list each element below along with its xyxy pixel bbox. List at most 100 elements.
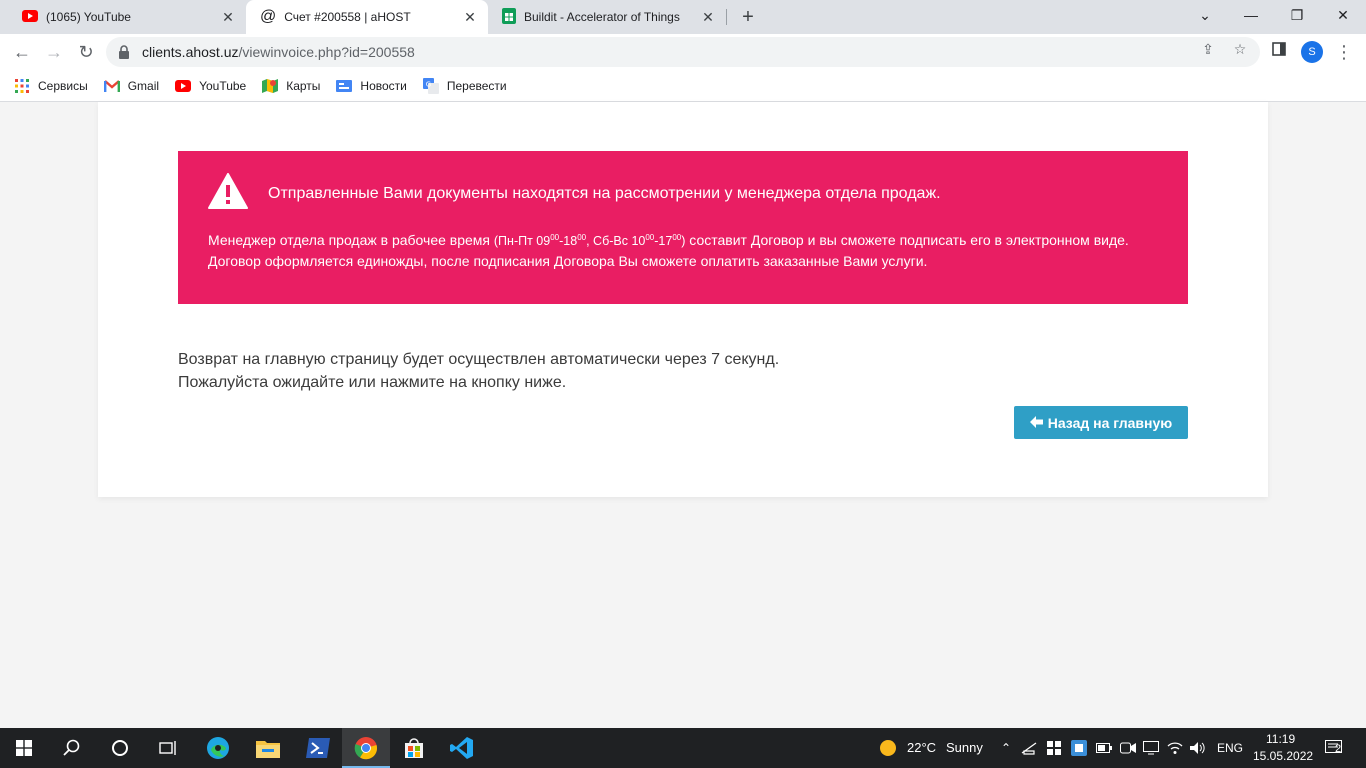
tab-title: Buildit - Accelerator of Things — [524, 10, 680, 24]
hours-part: -18 — [559, 234, 578, 248]
bookmark-news[interactable]: Новости — [336, 78, 407, 94]
svg-text:G: G — [426, 80, 431, 88]
url-host: clients.ahost.uz — [142, 44, 239, 60]
powershell-icon[interactable] — [294, 728, 342, 768]
close-icon[interactable]: ✕ — [462, 9, 478, 25]
news-icon — [336, 78, 353, 94]
hours-part: (Пн-Пт 09 — [493, 234, 551, 248]
youtube-icon — [175, 78, 192, 94]
redirect-line-1: Возврат на главную страницу будет осущес… — [178, 351, 780, 368]
cortana-icon[interactable] — [96, 728, 144, 768]
back-to-home-button[interactable]: Назад на главную — [1014, 406, 1188, 439]
antivirus-icon[interactable] — [1071, 740, 1087, 756]
bookmark-services[interactable]: Сервисы — [14, 78, 88, 94]
weather-text: Sunny — [946, 740, 983, 755]
back-arrow-icon[interactable]: ← — [8, 38, 36, 66]
profile-avatar[interactable]: S — [1301, 41, 1323, 63]
redirect-message: Возврат на главную страницу будет осущес… — [178, 348, 779, 394]
app-tray-icon[interactable] — [1046, 740, 1062, 756]
pending-documents-alert: Отправленные Вами документы находятся на… — [178, 151, 1188, 304]
alert-line-1b: составит Договор и вы сможете подписать … — [685, 232, 1129, 248]
address-bar[interactable]: clients.ahost.uz/viewinvoice.php?id=2005… — [106, 37, 1260, 67]
url-text: clients.ahost.uz/viewinvoice.php?id=2005… — [142, 44, 415, 60]
alert-line-2: Договор оформляется единожды, после подп… — [208, 253, 928, 269]
windows-taskbar: 22°C Sunny ⌃ ENG 11:19 15.05.2022 2 — [0, 728, 1366, 768]
translate-icon: G — [422, 77, 439, 94]
vscode-icon[interactable] — [438, 728, 486, 768]
sun-icon[interactable] — [878, 738, 898, 758]
maps-icon — [262, 78, 279, 94]
alert-body: Менеджер отдела продаж в рабочее время (… — [208, 228, 1158, 271]
bookmark-label: Сервисы — [38, 78, 88, 93]
windows-start-icon[interactable] — [0, 728, 48, 768]
tab-title: (1065) YouTube — [46, 10, 131, 24]
tab-divider — [726, 9, 727, 25]
working-hours: (Пн-Пт 0900-1800, Сб-Вс 1000-1700) — [493, 233, 686, 248]
task-view-icon[interactable] — [144, 728, 192, 768]
hours-sup: 00 — [672, 233, 682, 242]
warning-icon — [208, 173, 248, 214]
bookmark-label: Новости — [360, 78, 407, 93]
browser-toolbar: ← → ↻ clients.ahost.uz/viewinvoice.php?i… — [0, 34, 1366, 70]
at-icon: @ — [260, 8, 277, 25]
store-icon[interactable] — [390, 728, 438, 768]
meet-now-icon[interactable] — [1120, 740, 1136, 756]
hours-part: , Сб-Вс 10 — [586, 234, 646, 248]
share-icon[interactable]: ⇪ — [1200, 41, 1216, 57]
alert-line-1a: Менеджер отдела продаж в рабочее время — [208, 232, 494, 248]
close-icon[interactable]: ✕ — [700, 9, 716, 25]
new-tab-button[interactable]: + — [736, 5, 760, 29]
url-path: /viewinvoice.php?id=200558 — [238, 44, 415, 60]
wifi-icon[interactable] — [1167, 740, 1183, 756]
chevron-down-icon[interactable]: ⌄ — [1182, 0, 1228, 30]
chevron-up-icon[interactable]: ⌃ — [998, 740, 1014, 756]
tab-buildit[interactable]: Buildit - Accelerator of Things ✕ — [488, 0, 726, 34]
network-offline-icon[interactable] — [1021, 740, 1037, 756]
close-window-button[interactable]: ✕ — [1320, 0, 1366, 30]
bookmarks-bar: Сервисы Gmail YouTube Карты Новости G Пе… — [0, 70, 1366, 102]
display-icon[interactable] — [1143, 740, 1159, 756]
battery-icon[interactable] — [1096, 740, 1112, 756]
tab-youtube[interactable]: (1065) YouTube ✕ — [8, 0, 246, 34]
tab-ahost-invoice[interactable]: @ Счет #200558 | aHOST ✕ — [246, 0, 488, 34]
weather-temp: 22°C — [907, 740, 937, 755]
bookmark-gmail[interactable]: Gmail — [103, 78, 160, 94]
sheets-icon — [502, 7, 516, 27]
forward-arrow-icon[interactable]: → — [40, 38, 68, 66]
kebab-menu-icon[interactable]: ⋮ — [1335, 40, 1353, 64]
bookmark-label: YouTube — [199, 78, 247, 93]
close-icon[interactable]: ✕ — [220, 9, 236, 25]
star-icon[interactable]: ☆ — [1232, 41, 1248, 57]
bookmark-youtube[interactable]: YouTube — [175, 78, 246, 94]
chrome-taskbar-icon[interactable] — [342, 728, 390, 768]
page-content: Отправленные Вами документы находятся на… — [0, 102, 1366, 728]
invoice-card: Отправленные Вами документы находятся на… — [98, 102, 1268, 497]
back-button-label: Назад на главную — [1047, 414, 1173, 431]
clock-date[interactable]: 15.05.2022 — [1253, 749, 1313, 763]
side-panel-icon[interactable] — [1271, 41, 1287, 57]
bookmark-label: Gmail — [127, 78, 160, 93]
bookmark-translate[interactable]: G Перевести — [422, 77, 507, 94]
gmail-icon — [103, 78, 120, 94]
hours-part: -17 — [654, 234, 673, 248]
bookmark-maps[interactable]: Карты — [262, 78, 320, 94]
arrow-left-icon — [1029, 415, 1043, 431]
language-indicator[interactable]: ENG — [1217, 741, 1243, 755]
hours-sup: 00 — [550, 233, 560, 242]
edge-icon[interactable] — [194, 728, 242, 768]
minimize-button[interactable]: — — [1228, 0, 1274, 30]
reload-icon[interactable]: ↻ — [72, 38, 100, 66]
file-explorer-icon[interactable] — [244, 728, 292, 768]
restore-button[interactable]: ❐ — [1274, 0, 1320, 30]
hours-sup: 00 — [577, 233, 587, 242]
search-icon[interactable] — [48, 728, 96, 768]
tab-strip: (1065) YouTube ✕ @ Счет #200558 | aHOST … — [0, 0, 1366, 34]
notification-count: 2 — [1335, 743, 1342, 755]
bookmark-label: Карты — [286, 78, 321, 93]
clock-time[interactable]: 11:19 — [1266, 732, 1295, 746]
apps-grid-icon — [14, 78, 30, 94]
bookmark-label: Перевести — [446, 78, 507, 93]
hours-sup: 00 — [645, 233, 655, 242]
tab-title: Счет #200558 | aHOST — [284, 10, 411, 24]
volume-icon[interactable] — [1190, 740, 1206, 756]
